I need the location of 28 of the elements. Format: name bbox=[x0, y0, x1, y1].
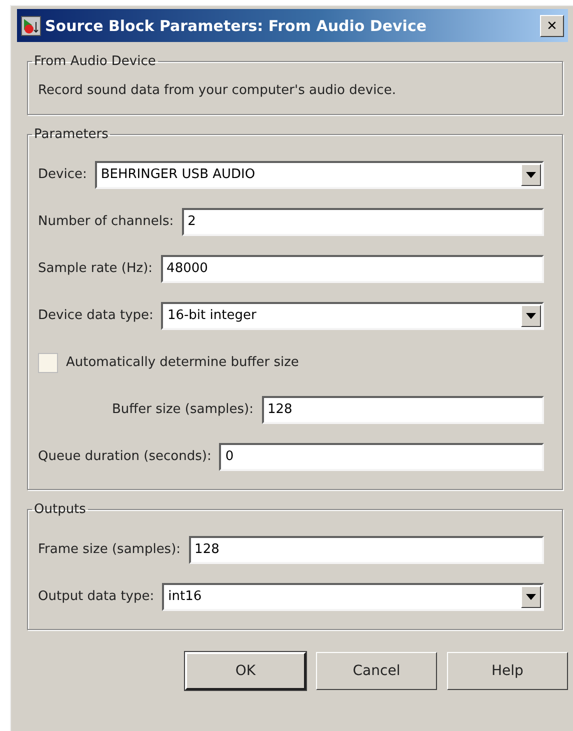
dropdown[interactable]: int16 bbox=[162, 582, 544, 610]
field-label: Device data type: bbox=[38, 308, 154, 323]
field-label: Queue duration (seconds): bbox=[38, 449, 212, 464]
dropdown[interactable]: 16-bit integer bbox=[161, 302, 544, 330]
dialog-button[interactable]: Cancel bbox=[316, 652, 437, 690]
block-icon bbox=[21, 16, 41, 36]
field-label: Device: bbox=[38, 167, 87, 182]
group-title: Outputs bbox=[33, 502, 87, 517]
input-field[interactable]: 0 bbox=[219, 442, 544, 470]
group-title: Parameters bbox=[33, 127, 110, 142]
input-field[interactable]: 2 bbox=[182, 208, 544, 236]
field-label: Sample rate (Hz): bbox=[38, 261, 153, 276]
dialog-button[interactable]: Help bbox=[447, 652, 568, 690]
input-field[interactable]: 128 bbox=[262, 396, 544, 424]
description-text: Record sound data from your computer's audio device. bbox=[38, 83, 397, 98]
dialog-button[interactable]: OK bbox=[185, 652, 306, 690]
input-field[interactable]: 48000 bbox=[160, 254, 544, 282]
checkbox[interactable] bbox=[38, 352, 58, 372]
input-field[interactable]: 128 bbox=[188, 536, 544, 564]
window-title: Source Block Parameters: From Audio Device bbox=[45, 16, 428, 34]
checkbox-label: Automatically determine buffer size bbox=[66, 355, 299, 370]
field-label: Number of channels: bbox=[38, 214, 174, 229]
field-label: Output data type: bbox=[38, 589, 154, 604]
group-title: From Audio Device bbox=[33, 54, 157, 69]
dropdown[interactable]: BEHRINGER USB AUDIO bbox=[94, 160, 544, 188]
field-label: Frame size (samples): bbox=[38, 542, 181, 557]
close-button[interactable]: × bbox=[540, 14, 564, 36]
field-label: Buffer size (samples): bbox=[112, 402, 254, 417]
